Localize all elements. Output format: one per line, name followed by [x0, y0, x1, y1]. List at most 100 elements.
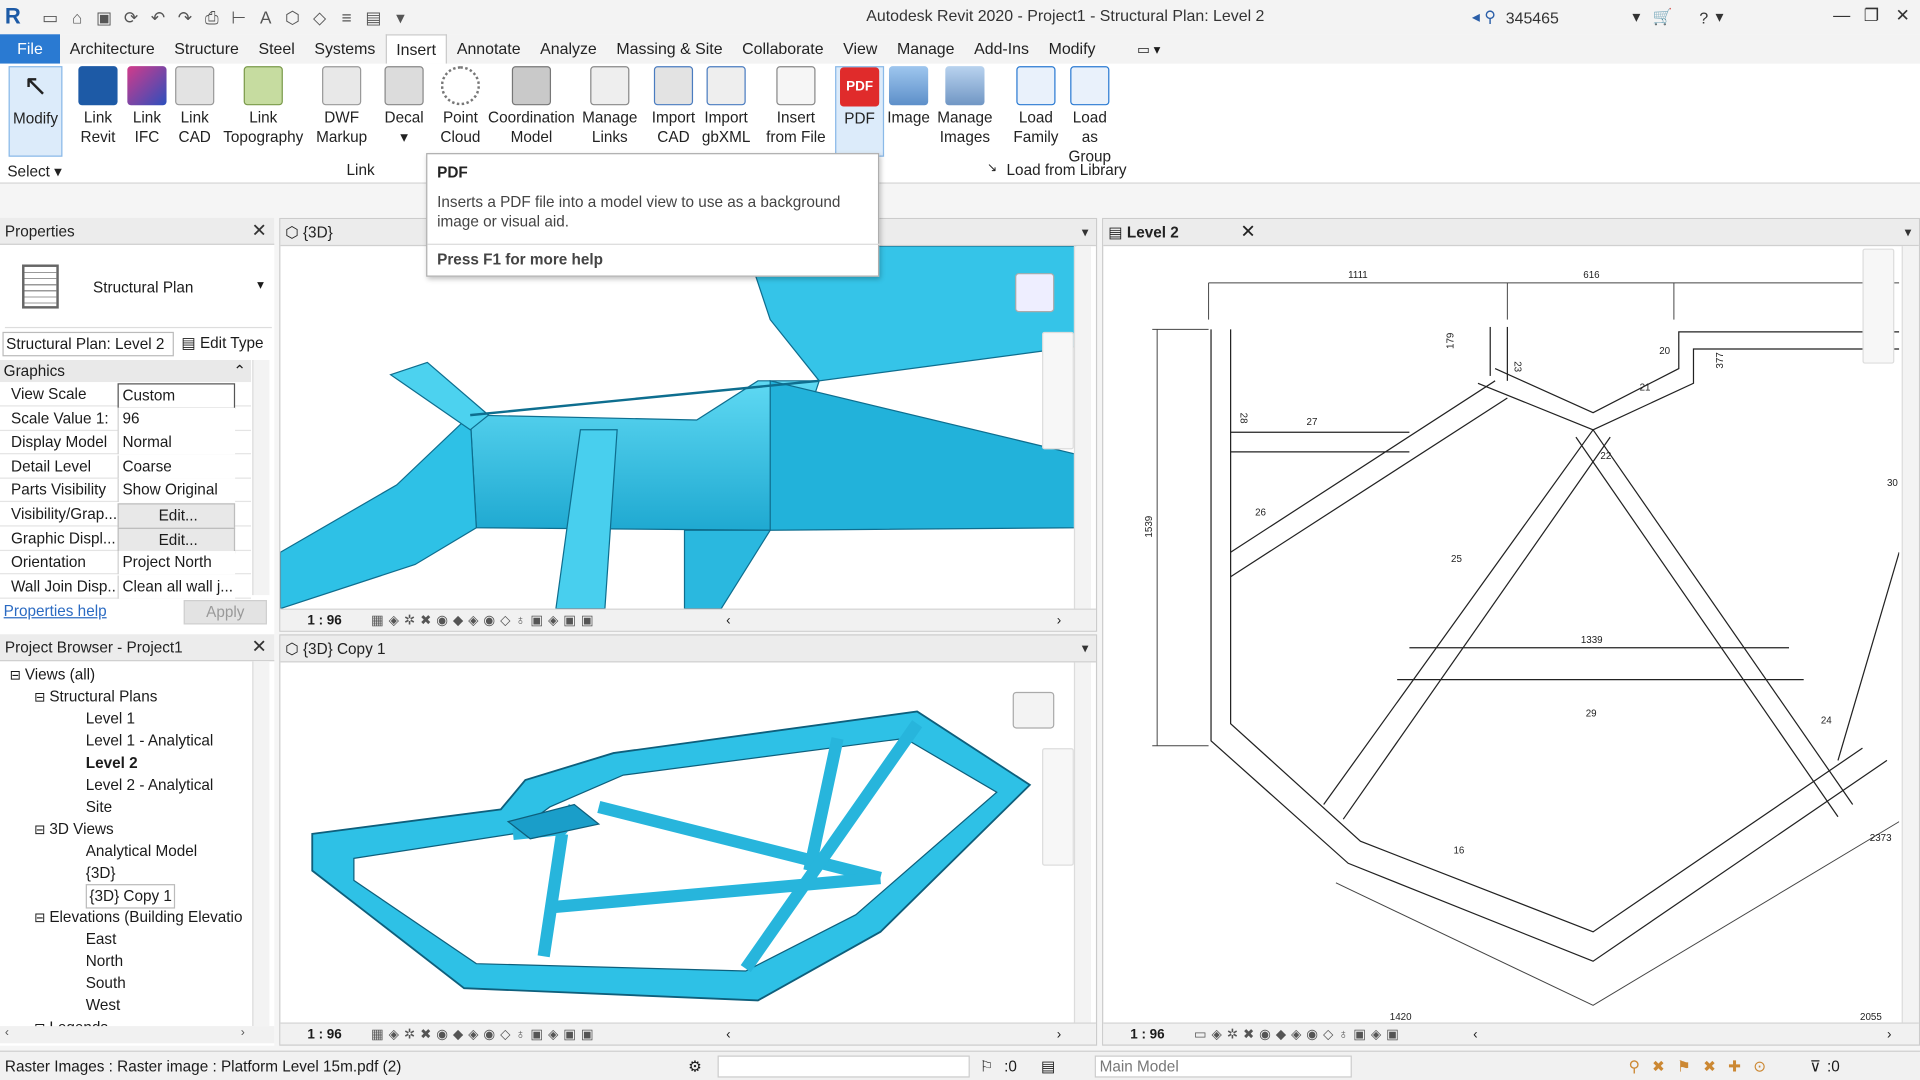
user-area[interactable]: ◂ ⚲ 345465 ▾ 🛒 ? ▾	[1472, 5, 1724, 29]
view1-scrollbar[interactable]	[1073, 246, 1092, 609]
view-3d-copy-tab[interactable]: ⬡ {3D} Copy 1 ▾	[280, 635, 1096, 663]
panel-launcher-icon[interactable]: ↘	[987, 162, 997, 175]
minimize-icon[interactable]: —	[1833, 5, 1850, 25]
measure-icon[interactable]: ⊢	[228, 6, 250, 28]
close-properties-icon[interactable]: ✕	[252, 218, 267, 245]
view1-scale[interactable]: 1 : 96	[307, 610, 341, 632]
tab-annotate[interactable]: Annotate	[447, 34, 530, 63]
level2-tab[interactable]: ▤ Level 2 ✕ ▾	[1103, 219, 1919, 247]
close-level2-icon[interactable]: ✕	[1240, 219, 1255, 246]
user-dropdown-icon[interactable]: ▾	[1632, 7, 1640, 27]
insert-from-file-button[interactable]: Insert from File	[762, 66, 831, 157]
navigation-bar[interactable]	[1042, 331, 1074, 450]
view3-scale[interactable]: 1 : 96	[1130, 1024, 1164, 1046]
tab-analyze[interactable]: Analyze	[530, 34, 606, 63]
apply-button[interactable]: Apply	[183, 600, 267, 625]
browser-item[interactable]: Level 2 - Analytical	[86, 774, 214, 796]
point-cloud-button[interactable]: Point Cloud	[436, 66, 485, 157]
scroll-left-icon-2[interactable]: ‹	[726, 1024, 730, 1046]
view3-menu-icon[interactable]: ▾	[1905, 219, 1912, 246]
thin-lines-icon[interactable]: ≡	[336, 6, 358, 28]
property-value[interactable]: Custom	[117, 383, 236, 409]
browser-item[interactable]: North	[86, 950, 123, 972]
3d-frame-canvas[interactable]	[280, 662, 1076, 1022]
undo-icon[interactable]: ↶	[147, 6, 169, 28]
3d-view-icon[interactable]: ⬡	[282, 6, 304, 28]
worksharing-icon[interactable]: ⚙	[688, 1052, 702, 1080]
load-family-button[interactable]: Load Family	[1011, 66, 1060, 157]
design-options-icon[interactable]: ▤	[1041, 1052, 1055, 1080]
plan-view-level2[interactable]: ▤ Level 2 ✕ ▾ 1111 616 179 23 20 377 28 …	[1102, 217, 1920, 1046]
link-topography-button[interactable]: Link Topography	[222, 66, 305, 157]
tab-view[interactable]: View	[833, 34, 887, 63]
help-icon[interactable]: ?	[1699, 8, 1708, 26]
close-icon[interactable]: ✕	[1896, 5, 1910, 26]
viewcube-icon[interactable]	[1015, 273, 1055, 313]
browser-item[interactable]: Level 1 - Analytical	[86, 730, 214, 752]
close-browser-icon[interactable]: ✕	[252, 634, 267, 661]
tab-systems[interactable]: Systems	[305, 34, 386, 63]
switch-windows-icon[interactable]: ▤	[362, 6, 384, 28]
collapse-icon[interactable]: ⊟	[34, 691, 49, 706]
link-revit-button[interactable]: Link Revit	[73, 66, 122, 157]
tab-insert[interactable]: Insert	[385, 34, 448, 64]
instance-filter-select[interactable]: Structural Plan: Level 2	[2, 331, 174, 357]
tab-steel[interactable]: Steel	[249, 34, 305, 63]
coordination-model-button[interactable]: Coordination Model	[487, 66, 575, 157]
open-icon[interactable]: ▭	[39, 6, 61, 28]
redo-icon[interactable]: ↷	[174, 6, 196, 28]
scroll-right-icon-2[interactable]: ›	[1057, 1024, 1061, 1046]
view2-scrollbar[interactable]	[1073, 662, 1092, 1023]
save-icon[interactable]: ▣	[93, 6, 115, 28]
sign-in-icon[interactable]: ◂ ⚲	[1472, 7, 1496, 27]
tab-manage[interactable]: Manage	[887, 34, 964, 63]
collapse-icon[interactable]: ⊟	[34, 823, 49, 838]
sync-icon[interactable]: ⟳	[120, 6, 142, 28]
view-3d[interactable]: ⬡ {3D} ▾ 1 : 96 ▦◈✲✖◉◆◈◉◇♁▣◈▣▣ ‹ ›	[279, 217, 1098, 632]
browser-item[interactable]: West	[86, 994, 121, 1016]
load-as-group-button[interactable]: Load as Group	[1063, 66, 1117, 165]
view-3d-copy[interactable]: ⬡ {3D} Copy 1 ▾ 1 : 96 ▦◈✲✖◉◆◈◉◇♁▣◈▣▣ ‹ …	[279, 634, 1098, 1046]
filter-icon[interactable]: ⊽	[1810, 1052, 1821, 1080]
select-panel-label[interactable]: Select ▾	[7, 162, 61, 180]
browser-item[interactable]: East	[86, 928, 117, 950]
property-value[interactable]: Clean all wall j...	[117, 575, 236, 599]
design-option-select[interactable]: Main Model	[1094, 1055, 1352, 1078]
user-id[interactable]: 345465	[1506, 8, 1559, 26]
view1-control-icons[interactable]: ▦◈✲✖◉◆◈◉◇♁▣◈▣▣	[371, 610, 598, 632]
view-menu-icon[interactable]: ▾	[1082, 219, 1089, 246]
workset-select[interactable]	[717, 1055, 970, 1078]
browser-item[interactable]: ⊟ Views (all)	[10, 664, 95, 687]
selection-filter-icons[interactable]: ⚲✖⚑✖✚⊙	[1629, 1052, 1779, 1080]
image-button[interactable]: Image	[887, 66, 931, 157]
browser-item[interactable]: ⊟ Elevations (Building Elevatio	[34, 906, 242, 929]
collapse-icon[interactable]: ⊟	[34, 911, 49, 926]
property-value[interactable]: Show Original	[117, 479, 236, 503]
tab-structure[interactable]: Structure	[164, 34, 248, 63]
cart-icon[interactable]: 🛒	[1653, 7, 1673, 27]
decal-dropdown-icon[interactable]: ▾	[400, 129, 408, 146]
text-icon[interactable]: A	[255, 6, 277, 28]
decal-button[interactable]: Decal ▾	[380, 66, 429, 157]
scroll-left-icon[interactable]: ‹	[726, 610, 730, 632]
folder-icon[interactable]: ⌂	[66, 6, 88, 28]
browser-item[interactable]: Site	[86, 796, 112, 818]
browser-item[interactable]: {3D} Copy 1	[85, 884, 176, 909]
browser-item[interactable]: ⊟ 3D Views	[34, 818, 113, 841]
properties-help-link[interactable]: Properties help	[4, 602, 107, 619]
tab-file[interactable]: File	[0, 34, 60, 64]
browser-item[interactable]: {3D}	[86, 862, 116, 884]
tab-collaborate[interactable]: Collaborate	[732, 34, 833, 63]
tab-modify[interactable]: Modify	[1039, 34, 1105, 63]
navigation-bar-3[interactable]	[1862, 248, 1895, 364]
restore-icon[interactable]: ❐	[1864, 5, 1879, 26]
type-dropdown-icon[interactable]: ▾	[257, 277, 264, 293]
browser-item[interactable]: Analytical Model	[86, 840, 197, 862]
manage-links-button[interactable]: Manage Links	[580, 66, 639, 157]
view2-scale[interactable]: 1 : 96	[307, 1024, 341, 1046]
revit-logo[interactable]: R	[5, 4, 29, 28]
edit-button[interactable]: Edit...	[117, 527, 236, 553]
scroll-left-icon-3[interactable]: ‹	[1473, 1024, 1477, 1046]
viewcube-2-icon[interactable]	[1012, 691, 1055, 729]
properties-scrollbar[interactable]	[252, 360, 270, 596]
